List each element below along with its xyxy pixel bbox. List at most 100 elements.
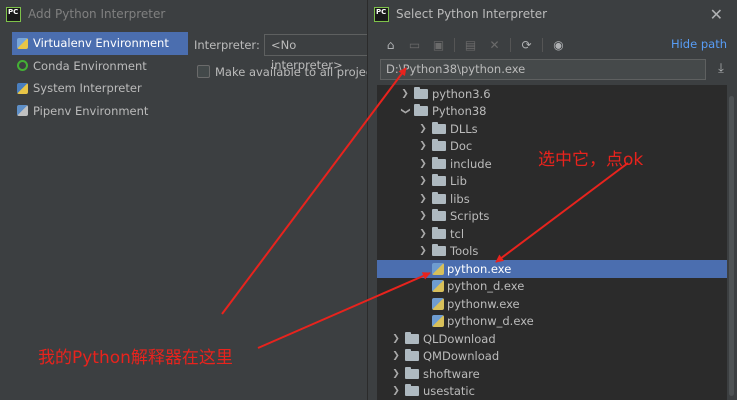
tree-row-label: libs	[450, 191, 470, 206]
tree-row-libs[interactable]: ❯ libs	[377, 190, 727, 208]
new-folder-icon[interactable]: ▤	[462, 37, 479, 54]
delete-icon[interactable]: ✕	[486, 37, 503, 54]
env-item-system[interactable]: System Interpreter	[12, 77, 188, 100]
chevron-right-icon[interactable]: ❯	[418, 124, 428, 134]
file-chooser-toolbar: ⌂ ▭ ▣ ▤ ✕ ⟳ ◉	[382, 36, 574, 54]
tree-row-dlls[interactable]: ❯ DLLs	[377, 120, 727, 138]
conda-icon	[16, 59, 29, 72]
pycharm-logo-icon: PC	[374, 6, 389, 22]
environment-list: Virtualenv Environment Conda Environment S…	[12, 32, 188, 122]
env-item-pipenv[interactable]: Pipenv Environment	[12, 100, 188, 123]
folder-icon	[432, 121, 446, 134]
chevron-right-icon[interactable]: ❯	[418, 176, 428, 186]
tree-row-qldownload[interactable]: ❯ QLDownload	[377, 330, 727, 348]
python-icon	[16, 82, 29, 95]
tree-row-label: QMDownload	[423, 349, 500, 364]
toolbar-divider	[542, 38, 543, 52]
tree-row-python-d-exe[interactable]: python_d.exe	[377, 278, 727, 296]
chevron-down-icon[interactable]: ❯	[400, 106, 410, 116]
refresh-icon[interactable]: ⟳	[518, 37, 535, 54]
interpreter-dropdown[interactable]: <No interpreter>	[264, 34, 368, 72]
left-titlebar: PC Add Python Interpreter	[0, 0, 368, 28]
chevron-right-icon[interactable]: ❯	[418, 194, 428, 204]
folder-icon	[432, 191, 446, 204]
env-item-label: Pipenv Environment	[33, 103, 149, 118]
make-available-label[interactable]: Make available to all projects	[215, 65, 383, 79]
folder-icon	[432, 139, 446, 152]
left-dialog-title: Add Python Interpreter	[28, 7, 166, 21]
chevron-right-icon[interactable]: ❯	[418, 141, 428, 151]
home-icon[interactable]: ⌂	[382, 37, 399, 54]
python-file-icon	[432, 297, 444, 310]
tree-row-python-exe[interactable]: python.exe	[377, 260, 727, 278]
folder-icon	[414, 86, 428, 99]
show-hidden-icon[interactable]: ◉	[550, 37, 567, 54]
close-icon[interactable]: ✕	[710, 5, 723, 24]
add-interpreter-dialog: PC Add Python Interpreter Virtualenv Env…	[0, 0, 383, 400]
chevron-right-icon[interactable]: ❯	[418, 229, 428, 239]
chevron-right-icon[interactable]: ❯	[391, 386, 401, 396]
python-file-icon	[432, 262, 444, 275]
chevron-right-icon[interactable]: ❯	[418, 246, 428, 256]
tree-row-label: python_d.exe	[447, 279, 525, 294]
toolbar-divider	[510, 38, 511, 52]
pycharm-logo-icon: PC	[6, 6, 21, 22]
tree-row-label: pythonw_d.exe	[447, 314, 534, 329]
folder-icon	[414, 104, 428, 117]
pipenv-icon	[16, 104, 29, 117]
env-item-label: System Interpreter	[33, 81, 142, 96]
right-dialog-title: Select Python Interpreter	[396, 7, 548, 21]
env-item-label: Conda Environment	[33, 58, 147, 73]
tree-row-lib[interactable]: ❯ Lib	[377, 173, 727, 191]
folder-icon	[432, 244, 446, 257]
tree-row-label: DLLs	[450, 121, 478, 136]
tree-row-tools[interactable]: ❯ Tools	[377, 243, 727, 261]
tree-row-python38[interactable]: ❯ Python38	[377, 103, 727, 121]
tree-scrollbar[interactable]	[729, 96, 734, 396]
tree-row-label: pythonw.exe	[447, 296, 520, 311]
file-tree: ❯ python3.6 ❯ Python38 ❯ DLLs ❯ Doc ❯ include ❯ Lib…	[377, 85, 727, 400]
chevron-right-icon[interactable]: ❯	[418, 159, 428, 169]
desktop-icon[interactable]: ▭	[406, 37, 423, 54]
env-item-virtualenv[interactable]: Virtualenv Environment	[12, 32, 188, 55]
virtualenv-icon	[16, 37, 29, 50]
tree-row-pythonw-d-exe[interactable]: pythonw_d.exe	[377, 313, 727, 331]
chevron-right-icon[interactable]: ❯	[391, 351, 401, 361]
interpreter-label: Interpreter:	[194, 38, 260, 52]
toolbar-divider	[454, 38, 455, 52]
tree-row-scripts[interactable]: ❯ Scripts	[377, 208, 727, 226]
path-input[interactable]: D:\Python38\python.exe	[380, 59, 706, 80]
chevron-right-icon[interactable]: ❯	[418, 211, 428, 221]
chevron-right-icon[interactable]: ❯	[400, 89, 410, 99]
tree-row-tcl[interactable]: ❯ tcl	[377, 225, 727, 243]
download-icon[interactable]: ⤓	[713, 61, 729, 77]
chevron-right-icon[interactable]: ❯	[391, 369, 401, 379]
annotation-select-it: 选中它，点ok	[538, 150, 644, 170]
project-icon[interactable]: ▣	[430, 37, 447, 54]
make-available-checkbox[interactable]	[197, 65, 210, 78]
tree-row-shoftware[interactable]: ❯ shoftware	[377, 365, 727, 383]
select-interpreter-dialog: PC Select Python Interpreter ✕ ⌂ ▭ ▣ ▤ ✕…	[367, 0, 737, 400]
tree-row-qmdownload[interactable]: ❯ QMDownload	[377, 348, 727, 366]
tree-row-label: python.exe	[447, 261, 512, 276]
folder-icon	[405, 384, 419, 397]
tree-row-label: include	[450, 156, 492, 171]
chevron-right-icon[interactable]: ❯	[391, 334, 401, 344]
tree-row-usestatic[interactable]: ❯ usestatic	[377, 383, 727, 400]
tree-row-label: Doc	[450, 139, 473, 154]
tree-row-label: QLDownload	[423, 331, 496, 346]
env-item-label: Virtualenv Environment	[33, 36, 169, 51]
folder-icon	[432, 174, 446, 187]
tree-row-pythonw-exe[interactable]: pythonw.exe	[377, 295, 727, 313]
folder-icon	[405, 331, 419, 344]
tree-row-label: Scripts	[450, 209, 490, 224]
tree-row-label: shoftware	[423, 366, 480, 381]
tree-row-python3-6[interactable]: ❯ python3.6	[377, 85, 727, 103]
tree-row-label: python3.6	[432, 86, 491, 101]
python-file-icon	[432, 280, 444, 293]
hide-path-link[interactable]: Hide path	[671, 37, 727, 51]
tree-row-label: Tools	[450, 244, 479, 259]
env-item-conda[interactable]: Conda Environment	[12, 55, 188, 78]
tree-row-label: usestatic	[423, 384, 475, 399]
tree-row-label: tcl	[450, 226, 465, 241]
